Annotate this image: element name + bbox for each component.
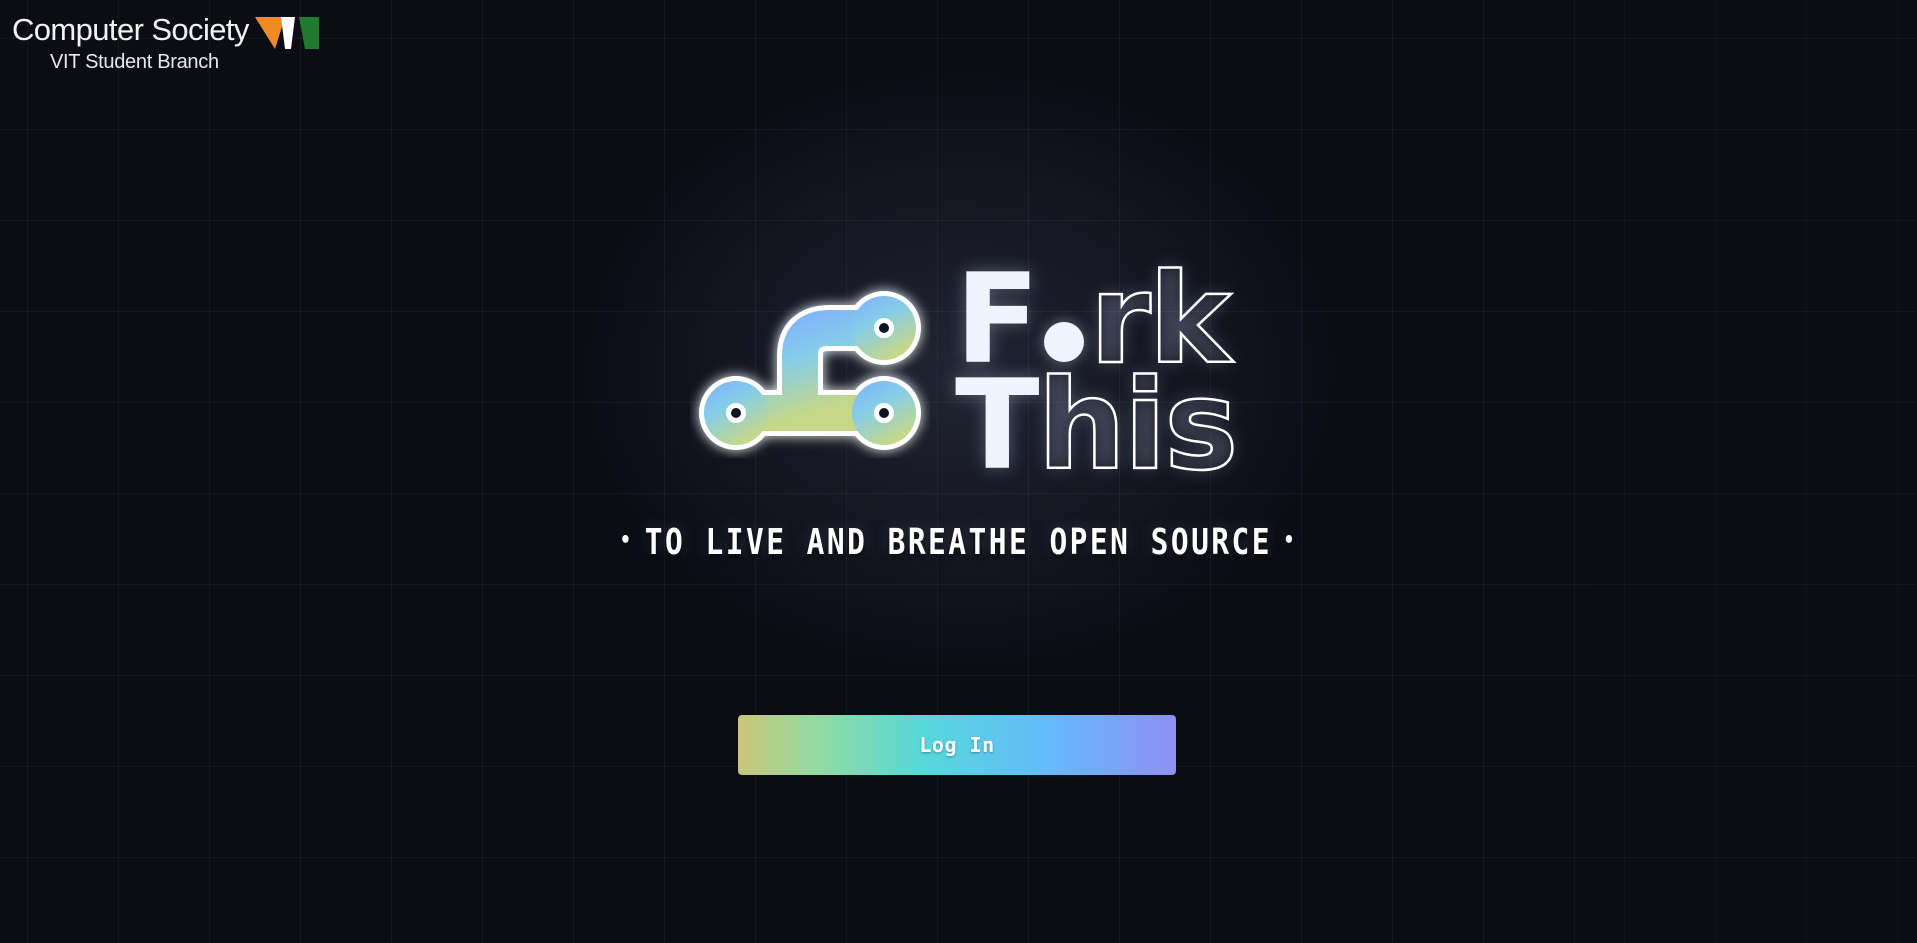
- tagline: • TO LIVE AND BREATHE OPEN SOURCE •: [172, 522, 1744, 563]
- brand-title: Computer Society: [12, 12, 249, 47]
- hero-letters-his: his: [1036, 354, 1239, 498]
- tagline-bullet-right: •: [1283, 527, 1297, 553]
- git-fork-icon: [699, 291, 921, 450]
- hero-title-line-2: This: [955, 354, 1239, 498]
- login-button[interactable]: Log In: [738, 715, 1176, 775]
- hero-letter-t: T: [955, 354, 1040, 498]
- brand-subtitle: VIT Student Branch: [50, 51, 219, 73]
- tagline-text: TO LIVE AND BREATHE OPEN SOURCE: [644, 522, 1273, 563]
- flag-icon: [255, 17, 319, 49]
- background-grid: [0, 0, 1597, 943]
- background-grid-right: [1597, 0, 1917, 943]
- brand-logo[interactable]: Computer Society VIT Student Branch: [0, 10, 330, 80]
- landing-page: Computer Society VIT Student Branch F rk…: [0, 0, 1917, 943]
- tagline-bullet-left: •: [619, 527, 634, 553]
